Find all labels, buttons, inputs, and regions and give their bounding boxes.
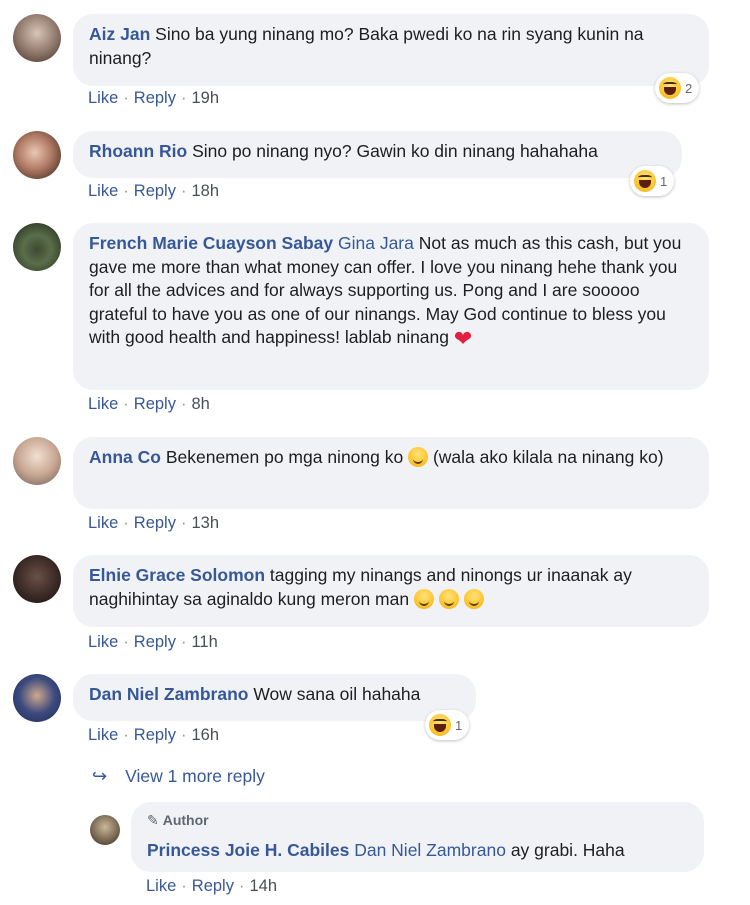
comment-text: Sino ba yung ninang mo? Baka pwedi ko na… — [89, 24, 644, 68]
separator-dot: · — [123, 182, 129, 200]
comment-author-link[interactable]: Elnie Grace Solomon — [89, 565, 265, 585]
haha-reaction-icon — [634, 170, 656, 192]
rofl-emoji-icon — [438, 588, 459, 609]
comment-bubble: Elnie Grace Solomon tagging my ninangs a… — [73, 555, 709, 627]
comment-actions: Like · Reply · 13h — [88, 514, 219, 533]
comment-actions: Like · Reply · 19h — [88, 89, 219, 108]
avatar[interactable] — [13, 555, 61, 603]
timestamp[interactable]: 16h — [191, 726, 219, 745]
author-badge-label: Author — [162, 812, 209, 828]
separator-dot: · — [181, 877, 187, 895]
reply-arrow-icon: ↪ — [92, 766, 108, 786]
view-more-replies-link[interactable]: ↪ View 1 more reply — [92, 766, 265, 787]
comment-bubble: ✎ Author Princess Joie H. Cabiles Dan Ni… — [131, 802, 704, 872]
separator-dot: · — [123, 726, 129, 744]
reply-link[interactable]: Reply — [134, 395, 176, 414]
avatar[interactable] — [13, 131, 61, 179]
comment-actions: Like · Reply · 14h — [146, 877, 277, 896]
reply-link[interactable]: Reply — [134, 89, 176, 108]
reaction-summary[interactable]: 2 — [655, 73, 700, 103]
haha-reaction-icon — [429, 714, 451, 736]
reaction-summary[interactable]: 1 — [630, 166, 675, 196]
separator-dot: · — [180, 726, 187, 744]
timestamp[interactable]: 19h — [191, 89, 219, 108]
comment-author-link[interactable]: Aiz Jan — [89, 24, 150, 44]
separator-dot: · — [238, 877, 245, 895]
separator-dot: · — [180, 395, 187, 413]
like-link[interactable]: Like — [146, 877, 176, 896]
like-link[interactable]: Like — [88, 633, 118, 652]
reply-link[interactable]: Reply — [134, 726, 176, 745]
author-badge: ✎ Author — [147, 809, 688, 833]
separator-dot: · — [180, 182, 187, 200]
avatar[interactable] — [13, 223, 61, 271]
separator-dot: · — [123, 633, 129, 651]
reaction-count: 1 — [455, 717, 463, 733]
timestamp[interactable]: 14h — [249, 877, 277, 896]
timestamp[interactable]: 13h — [191, 514, 219, 533]
timestamp[interactable]: 11h — [191, 633, 217, 652]
eye-roll-emoji-icon — [463, 588, 484, 609]
comment-author-link[interactable]: Princess Joie H. Cabiles — [147, 840, 349, 860]
comment-actions: Like · Reply · 16h — [88, 726, 219, 745]
comment-bubble: Dan Niel Zambrano Wow sana oil hahaha — [73, 674, 476, 721]
avatar[interactable] — [13, 674, 61, 722]
avatar[interactable] — [13, 437, 61, 485]
comment-actions: Like · Reply · 8h — [88, 395, 210, 414]
comment-author-link[interactable]: Dan Niel Zambrano — [89, 684, 248, 704]
avatar[interactable] — [13, 14, 61, 62]
avatar[interactable] — [90, 815, 120, 845]
like-link[interactable]: Like — [88, 514, 118, 533]
like-link[interactable]: Like — [88, 89, 118, 108]
comment-bubble: Aiz Jan Sino ba yung ninang mo? Baka pwe… — [73, 14, 709, 86]
separator-dot: · — [180, 633, 187, 651]
reply-link[interactable]: Reply — [134, 633, 176, 652]
reaction-summary[interactable]: 1 — [425, 710, 470, 740]
comment-bubble: Rhoann Rio Sino po ninang nyo? Gawin ko … — [73, 131, 682, 178]
timestamp[interactable]: 8h — [191, 395, 209, 414]
like-link[interactable]: Like — [88, 395, 118, 414]
separator-dot: · — [180, 514, 187, 532]
haha-reaction-icon — [659, 77, 681, 99]
comment-bubble: French Marie Cuayson Sabay Gina Jara Not… — [73, 223, 709, 390]
separator-dot: · — [123, 514, 129, 532]
mentioned-user-link[interactable]: Gina Jara — [338, 233, 414, 253]
comment-actions: Like · Reply · 11h — [88, 633, 218, 652]
reply-link[interactable]: Reply — [192, 877, 234, 896]
separator-dot: · — [180, 89, 187, 107]
heart-emoji-icon: ❤ — [453, 326, 473, 351]
comment-text: Bekenemen po mga ninong ko — [165, 447, 404, 467]
comment-text: ay grabi. Haha — [510, 839, 625, 860]
view-more-label: View 1 more reply — [125, 766, 265, 786]
mentioned-user-link[interactable]: Dan Niel Zambrano — [354, 840, 506, 860]
comment-text: Sino po ninang nyo? Gawin ko din ninang … — [192, 141, 598, 161]
separator-dot: · — [123, 395, 129, 413]
like-link[interactable]: Like — [88, 726, 118, 745]
reaction-count: 1 — [660, 173, 668, 189]
reaction-count: 2 — [685, 80, 693, 96]
pencil-icon: ✎ — [147, 812, 159, 828]
laughing-emoji-icon — [408, 447, 429, 467]
timestamp[interactable]: 18h — [191, 182, 219, 201]
comment-author-link[interactable]: French Marie Cuayson Sabay — [89, 233, 333, 253]
comment-author-link[interactable]: Anna Co — [89, 447, 161, 467]
comment-bubble: Anna Co Bekenemen po mga ninong ko (wala… — [73, 437, 709, 509]
reply-link[interactable]: Reply — [134, 514, 176, 533]
like-link[interactable]: Like — [88, 182, 118, 201]
comment-author-link[interactable]: Rhoann Rio — [89, 141, 187, 161]
reply-link[interactable]: Reply — [134, 182, 176, 201]
separator-dot: · — [123, 89, 129, 107]
thinking-emoji-icon — [413, 588, 434, 609]
comment-text: Wow sana oil hahaha — [253, 684, 421, 704]
comment-text: (wala ako kilala na ninang ko) — [432, 447, 664, 467]
comment-actions: Like · Reply · 18h — [88, 182, 219, 201]
